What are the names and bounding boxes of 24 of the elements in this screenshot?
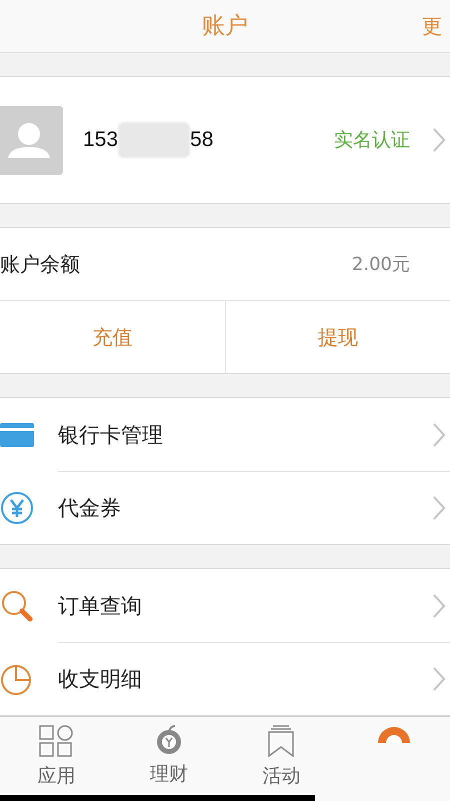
balance-label: 账户余额 — [0, 250, 80, 278]
phone-suffix: 58 — [190, 128, 214, 152]
chevron-icon — [432, 127, 446, 153]
menu-item-label[interactable]: 银行卡管理 — [58, 420, 163, 448]
chevron-icon — [432, 422, 446, 448]
chevron-icon — [432, 592, 446, 618]
yen-coin-icon[interactable] — [154, 725, 183, 755]
grid-icon[interactable] — [39, 725, 74, 757]
phone-prefix: 153 — [83, 128, 118, 152]
menu-item-label[interactable]: 收支明细 — [58, 664, 142, 692]
chevron-icon — [432, 494, 446, 520]
yen-coin-icon — [0, 490, 34, 524]
tab-label[interactable]: 应用 — [37, 763, 76, 789]
tab-label[interactable]: 理财 — [150, 761, 188, 787]
chevron-icon — [432, 666, 446, 692]
bookmark-icon[interactable] — [267, 725, 296, 757]
balance-amount: 2.00元 — [352, 253, 410, 276]
menu-item-label[interactable]: 订单查询 — [58, 592, 142, 620]
search-icon — [0, 588, 34, 622]
verify-link[interactable]: 实名认证 — [334, 127, 410, 153]
account-icon[interactable] — [376, 725, 411, 743]
page-title: 账户 — [202, 13, 248, 39]
tab-label[interactable]: 活动 — [262, 763, 300, 789]
menu-item-label[interactable]: 代金券 — [58, 494, 121, 522]
